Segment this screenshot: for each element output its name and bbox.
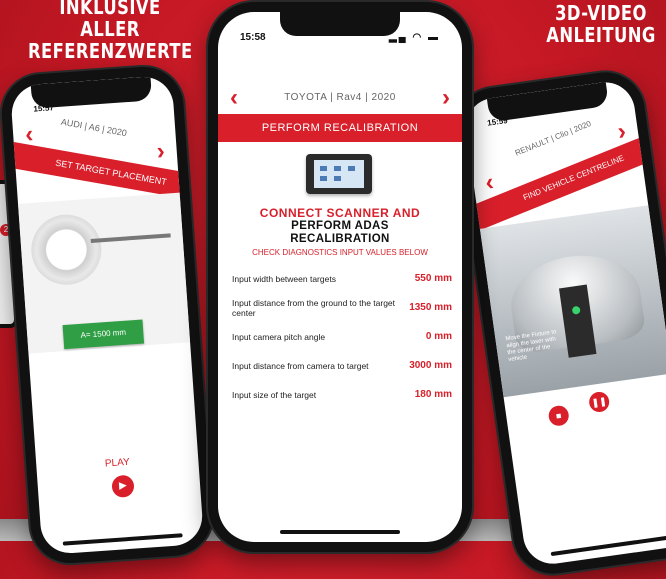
home-indicator — [62, 533, 183, 546]
row-value: 1350 mm — [409, 302, 452, 313]
instruction-subheading: CHECK DIAGNOSTICS INPUT VALUES BELOW — [252, 248, 428, 257]
row-value: 0 mm — [425, 331, 452, 342]
calibration-bar — [90, 233, 171, 243]
notch — [280, 12, 400, 36]
list-item: Input distance from camera to target 300… — [232, 351, 456, 380]
left-phone: 15:57 ‹ AUDI | A6 | 2020 › SET TARGET PL… — [0, 64, 215, 566]
center-phone: 15:58 ▂▄ ◠ ▬ ‹ TOYOTA | Rav4 | 2020 › PE… — [208, 2, 472, 552]
row-label: Input distance from camera to target — [232, 360, 369, 371]
vehicle-centreline-illustration: Move the Fixture to align the laser with… — [479, 205, 666, 398]
row-value: 180 mm — [414, 389, 452, 400]
row-label: Input width between targets — [232, 273, 336, 284]
prev-vehicle-button[interactable]: ‹ — [484, 169, 496, 198]
step-banner: PERFORM RECALIBRATION — [218, 114, 462, 142]
right-headline-line-2: ANLEITUNG — [546, 23, 656, 47]
left-headline: INKLUSIVE ALLER REFERENZWERTE — [28, 0, 192, 62]
list-item: Input distance from the ground to the ta… — [232, 293, 456, 322]
status-icons: ▂▄ ◠ ▬ — [388, 32, 440, 43]
status-time: 15:58 — [240, 32, 266, 43]
pause-button[interactable]: ❚❚ — [587, 390, 611, 414]
prev-vehicle-button[interactable]: ‹ — [230, 84, 238, 112]
left-headline-line-1: INKLUSIVE ALLER — [59, 0, 161, 41]
vehicle-label: AUDI | A6 | 2020 — [60, 116, 128, 139]
right-headline-line-1: 3D-VIDEO — [555, 1, 647, 25]
right-phone-screen: 15:59 ‹ RENAULT | Clio | 2020 › FIND VEH… — [462, 78, 666, 568]
right-headline: 3D-VIDEO ANLEITUNG — [540, 2, 663, 46]
row-value: 3000 mm — [409, 360, 452, 371]
right-phone: 15:59 ‹ RENAULT | Clio | 2020 › FIND VEH… — [450, 67, 666, 579]
next-vehicle-button[interactable]: › — [442, 84, 450, 112]
left-headline-line-2: REFERENZWERTE — [28, 39, 193, 63]
left-phone-screen: 15:57 ‹ AUDI | A6 | 2020 › SET TARGET PL… — [9, 74, 205, 556]
input-values-list: Input width between targets 550 mm Input… — [232, 264, 456, 409]
instruction-heading-line-1: PERFORM ADAS — [291, 220, 389, 232]
row-label: Input camera pitch angle — [232, 331, 326, 342]
home-indicator — [550, 535, 666, 557]
play-button[interactable]: ▶ — [111, 474, 135, 499]
home-indicator — [280, 530, 400, 534]
instruction-heading-line-2: RECALIBRATION — [290, 233, 390, 245]
scanner-display — [314, 160, 364, 188]
stop-button[interactable]: ■ — [547, 404, 571, 428]
wheel-illustration — [28, 212, 104, 288]
list-item: Input size of the target 180 mm — [232, 380, 456, 409]
vehicle-label: TOYOTA | Rav4 | 2020 — [284, 92, 396, 103]
row-label: Input size of the target — [232, 389, 317, 400]
laser-dot — [571, 305, 581, 315]
row-label: Input distance from the ground to the ta… — [232, 297, 396, 318]
list-item: Input width between targets 550 mm — [232, 264, 456, 293]
list-item: Input camera pitch angle 0 mm — [232, 322, 456, 351]
instruction-heading-red: CONNECT SCANNER AND — [259, 206, 421, 220]
vehicle-selector: ‹ TOYOTA | Rav4 | 2020 › — [218, 80, 462, 116]
row-value: 550 mm — [414, 273, 452, 284]
center-phone-screen: 15:58 ▂▄ ◠ ▬ ‹ TOYOTA | Rav4 | 2020 › PE… — [218, 12, 462, 542]
play-label: PLAY — [104, 456, 131, 470]
scanner-device-image — [306, 154, 372, 194]
